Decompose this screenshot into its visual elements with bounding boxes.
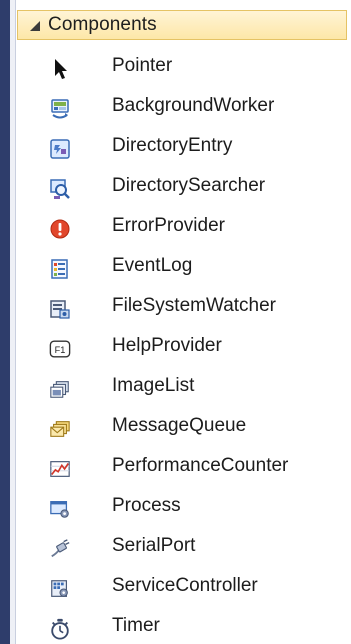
- timer-icon: [49, 618, 71, 640]
- serial-port-icon: [49, 538, 71, 560]
- background-worker-icon: [49, 98, 71, 120]
- error-provider-icon: [49, 218, 71, 240]
- components-list: Pointer BackgroundWorker DirectoryEntry …: [0, 48, 351, 644]
- toolbox-item-pointer[interactable]: Pointer: [0, 48, 351, 88]
- toolbox-item-label: DirectorySearcher: [112, 175, 266, 196]
- pointer-arrow-icon: [49, 58, 71, 80]
- toolbox-item-directorysearcher[interactable]: DirectorySearcher: [0, 168, 351, 208]
- toolbox-item-label: MessageQueue: [112, 415, 247, 436]
- toolbox-item-label: ServiceController: [112, 575, 258, 596]
- image-list-icon: [49, 378, 71, 400]
- toolbox-item-imagelist[interactable]: ImageList: [0, 368, 351, 408]
- toolbox-item-eventlog[interactable]: EventLog: [0, 248, 351, 288]
- toolbox-item-label: ErrorProvider: [112, 215, 225, 236]
- toolbox-item-messagequeue[interactable]: MessageQueue: [0, 408, 351, 448]
- message-queue-icon: [49, 418, 71, 440]
- toolbox-item-performancecounter[interactable]: PerformanceCounter: [0, 448, 351, 488]
- process-icon: [49, 498, 71, 520]
- toolbox-item-timer[interactable]: Timer: [0, 608, 351, 644]
- performance-counter-icon: [49, 458, 71, 480]
- file-system-watcher-icon: [49, 298, 71, 320]
- toolbox-item-process[interactable]: Process: [0, 488, 351, 528]
- toolbox-item-label: BackgroundWorker: [112, 95, 275, 116]
- toolbox-item-label: FileSystemWatcher: [112, 295, 276, 316]
- help-provider-icon: F1: [49, 338, 71, 360]
- event-log-icon: [49, 258, 71, 280]
- toolbox-item-label: ImageList: [112, 375, 195, 396]
- toolbox-item-errorprovider[interactable]: ErrorProvider: [0, 208, 351, 248]
- directory-searcher-icon: [49, 178, 71, 200]
- toolbox-item-backgroundworker[interactable]: BackgroundWorker: [0, 88, 351, 128]
- toolbox-item-label: Pointer: [112, 55, 173, 76]
- section-title: Components: [48, 14, 157, 35]
- directory-entry-icon: [49, 138, 71, 160]
- svg-text:F1: F1: [55, 345, 66, 355]
- toolbox-item-label: DirectoryEntry: [112, 135, 233, 156]
- toolbox-item-label: PerformanceCounter: [112, 455, 289, 476]
- service-controller-icon: [49, 578, 71, 600]
- toolbox-item-label: SerialPort: [112, 535, 196, 556]
- toolbox-item-directoryentry[interactable]: DirectoryEntry: [0, 128, 351, 168]
- toolbox-item-helpprovider[interactable]: F1 HelpProvider: [0, 328, 351, 368]
- toolbox-item-servicecontroller[interactable]: ServiceController: [0, 568, 351, 608]
- toolbox-item-label: HelpProvider: [112, 335, 222, 356]
- toolbox-item-label: EventLog: [112, 255, 193, 276]
- toolbox-item-serialport[interactable]: SerialPort: [0, 528, 351, 568]
- components-section-header[interactable]: Components: [17, 10, 347, 40]
- toolbox-item-label: Timer: [112, 615, 160, 636]
- toolbox-item-label: Process: [112, 495, 181, 516]
- toolbox-item-filesystemwatcher[interactable]: FileSystemWatcher: [0, 288, 351, 328]
- collapse-arrow-icon[interactable]: [30, 21, 40, 31]
- toolbox-panel: Components Pointer BackgroundWorker Dire…: [0, 0, 351, 644]
